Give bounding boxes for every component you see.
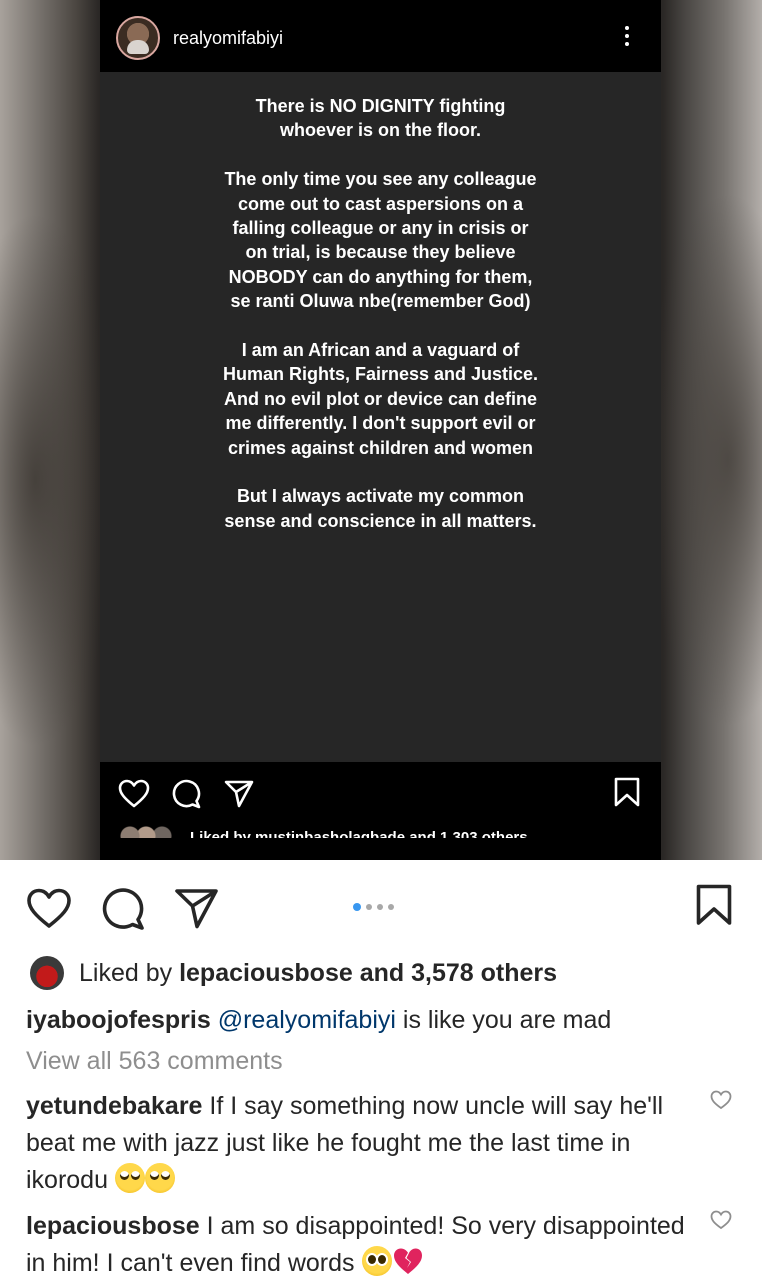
carousel-dot [377,904,383,910]
caption: iyaboojofespris @realyomifabiyi is like … [26,1002,686,1039]
send-icon [224,780,254,808]
view-all-comments-link[interactable]: View all 563 comments [26,1047,283,1076]
embedded-username: realyomifabiyi [173,28,284,48]
eye-roll-emoji-icon [144,1163,175,1193]
carousel-dot [366,904,372,910]
bookmark-icon [614,777,640,807]
comment-icon[interactable] [102,887,146,931]
comment-like-heart-icon[interactable] [710,1210,732,1230]
caption-mention[interactable]: @realyomifabiyi [218,1006,396,1034]
paragraph: But I always activate my common sense an… [224,486,537,531]
likes-text[interactable]: Liked by lepaciousbose and 3,578 others [79,959,557,988]
comment-item: yetundebakare If I say something now unc… [26,1088,686,1199]
paragraph: The only time you see any colleague come… [224,169,537,312]
carousel-indicator [353,897,399,911]
heart-icon[interactable] [26,888,72,930]
caption-username[interactable]: iyaboojofespris [26,1006,211,1034]
embedded-liked-by: Liked by mustinbasholagbade and 1,303 ot… [120,826,528,838]
comment-item: lepaciousbose I am so disappointed! So v… [26,1208,686,1280]
broken-heart-emoji-icon [393,1248,422,1274]
paragraph: I am an African and a vaguard of Human R… [222,340,539,458]
send-icon[interactable] [175,888,219,930]
likes-count[interactable]: and 3,578 others [360,959,557,987]
embedded-liked-text: Liked by mustinbasholagbade and 1,303 ot… [190,829,528,838]
embedded-post-text: There is NO DIGNITY fighting whoever is … [220,94,541,558]
embedded-post-header: realyomifabiyi [100,0,661,72]
bookmark-icon[interactable] [696,884,732,926]
more-options-icon [622,26,632,52]
liker-avatars [120,826,176,838]
likes-prefix: Liked by [79,959,173,987]
carousel-dot [388,904,394,910]
heart-icon [118,779,150,808]
eye-roll-emoji-icon [114,1163,145,1193]
carousel-dot-active [353,903,361,911]
comment-like-heart-icon[interactable] [710,1090,732,1110]
embedded-post-screenshot: realyomifabiyi There is NO DIGNITY fight… [100,0,661,860]
comment-username[interactable]: lepaciousbose [26,1212,200,1240]
comment-username[interactable]: yetundebakare [26,1092,202,1120]
caption-text: is like you are mad [402,1006,612,1034]
embedded-avatar [116,16,160,60]
embedded-text-post: There is NO DIGNITY fighting whoever is … [100,72,661,762]
pleading-face-emoji-icon [361,1246,392,1276]
comment-icon [172,779,201,809]
avatar[interactable] [30,956,64,990]
likes-username[interactable]: lepaciousbose [179,959,353,987]
embedded-action-bar: Liked by mustinbasholagbade and 1,303 ot… [100,762,661,860]
paragraph: There is NO DIGNITY fighting whoever is … [255,96,506,141]
